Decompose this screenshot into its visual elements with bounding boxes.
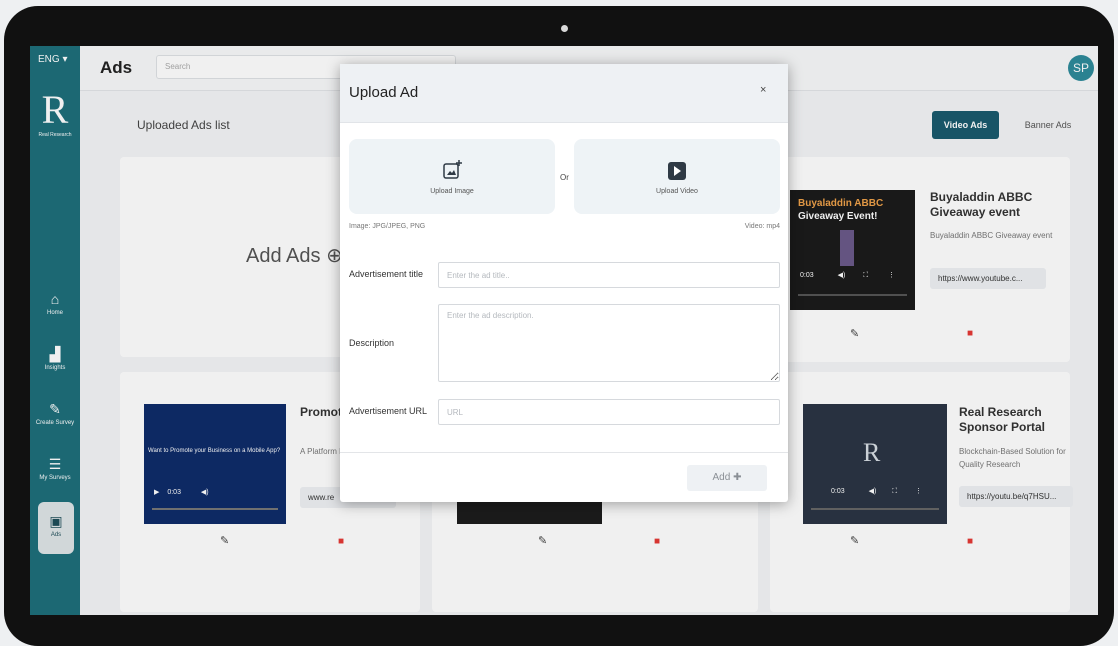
- screen: ENG ▾ R Real Research ⌂ Home ▟ Insights …: [30, 46, 1098, 615]
- image-upload-icon: [443, 160, 462, 179]
- plus-icon: ✚: [733, 472, 742, 483]
- modal-footer-divider: [340, 452, 788, 453]
- ad-url-input[interactable]: [438, 399, 780, 425]
- video-upload-icon: [668, 162, 686, 180]
- close-icon[interactable]: ×: [760, 84, 766, 96]
- ad-description-input[interactable]: [438, 304, 780, 382]
- or-label: Or: [560, 173, 569, 182]
- image-format-hint: Image: JPG/JPEG, PNG: [349, 223, 426, 230]
- camera: [561, 25, 568, 32]
- upload-image-button[interactable]: Upload Image: [349, 139, 555, 214]
- description-label: Description: [349, 338, 395, 348]
- upload-ad-modal: Upload Ad × Upload Image Or Upload Video…: [340, 64, 788, 502]
- add-button-label: Add: [712, 472, 731, 483]
- video-format-hint: Video: mp4: [744, 223, 780, 230]
- upload-video-button[interactable]: Upload Video: [574, 139, 780, 214]
- modal-header: Upload Ad ×: [340, 64, 788, 123]
- modal-title: Upload Ad: [349, 84, 419, 101]
- ad-title-input[interactable]: [438, 262, 780, 288]
- url-label: Advertisement URL: [349, 406, 428, 416]
- add-button[interactable]: Add ✚: [687, 465, 767, 491]
- title-label: Advertisement title: [349, 269, 424, 279]
- upload-image-label: Upload Image: [430, 188, 474, 195]
- upload-video-label: Upload Video: [656, 188, 698, 195]
